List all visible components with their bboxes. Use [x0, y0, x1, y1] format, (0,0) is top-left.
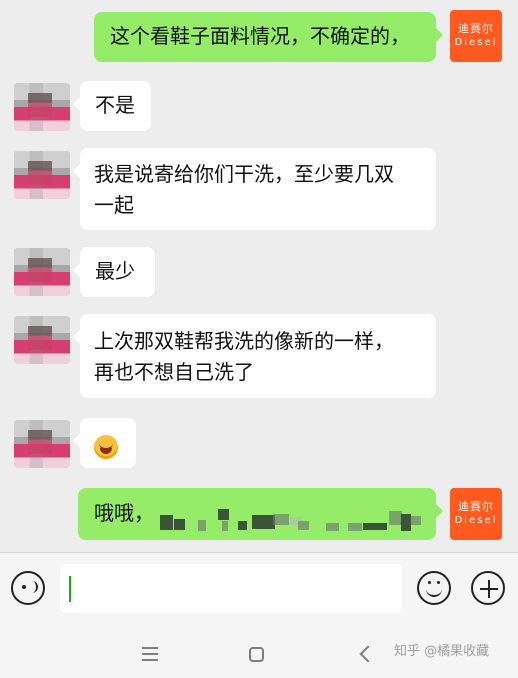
contact-avatar-3[interactable]	[14, 248, 70, 296]
contact-avatar-1[interactable]	[14, 83, 70, 131]
home-icon[interactable]	[249, 647, 264, 662]
message-text-3-line1: 我是说寄给你们干洗，至少要几双	[94, 162, 394, 186]
back-icon[interactable]	[359, 645, 377, 663]
message-text-5-line1: 上次那双鞋帮我洗的像新的一样，	[94, 329, 394, 353]
message-text-2: 不是	[95, 93, 135, 117]
avatar-text-en-top: Diesel	[454, 37, 498, 48]
sender-avatar-bottom[interactable]: 迪赛尔 Diesel	[450, 488, 502, 540]
laughing-emoji-icon	[94, 434, 118, 459]
voice-icon[interactable]	[11, 571, 45, 605]
system-navigation-bar: 知乎 @橘果收藏	[0, 632, 518, 678]
message-bubble-4[interactable]: 最少	[73, 247, 155, 297]
zhihu-watermark: 知乎 @橘果收藏	[394, 644, 490, 659]
contact-avatar-5[interactable]	[14, 420, 70, 468]
message-input-field[interactable]	[60, 564, 402, 613]
chat-area: 这个看鞋子面料情况，不确定的， 迪赛尔 Diesel 不是 我是说寄给你们干洗，…	[0, 0, 518, 552]
message-bubble-3[interactable]: 我是说寄给你们干洗，至少要几双 一起	[73, 148, 436, 230]
message-bubble-2[interactable]: 不是	[73, 81, 151, 131]
message-bubble-5[interactable]: 上次那双鞋帮我洗的像新的一样， 再也不想自己洗了	[73, 314, 436, 398]
sender-avatar-top[interactable]: 迪赛尔 Diesel	[450, 10, 502, 62]
smile-icon[interactable]	[417, 571, 451, 605]
message-text-5-line2: 再也不想自己洗了	[94, 360, 254, 384]
contact-avatar-2[interactable]	[14, 151, 70, 199]
message-text-4: 最少	[95, 259, 135, 283]
menu-icon[interactable]	[142, 647, 158, 661]
text-cursor	[69, 576, 71, 602]
message-text-1: 这个看鞋子面料情况，不确定的，	[110, 24, 410, 48]
avatar-text-en-bottom: Diesel	[454, 515, 498, 526]
message-bubble-1[interactable]: 这个看鞋子面料情况，不确定的，	[94, 12, 443, 62]
message-bubble-7[interactable]: 哦哦，	[78, 488, 443, 540]
contact-avatar-4[interactable]	[14, 316, 70, 364]
message-bubble-6[interactable]	[73, 418, 136, 468]
plus-icon[interactable]	[471, 571, 505, 605]
avatar-text-cn-top: 迪赛尔	[458, 22, 494, 35]
message-input-bar	[0, 552, 518, 633]
redacted-text-mosaic	[160, 509, 422, 531]
avatar-text-cn-bottom: 迪赛尔	[458, 500, 494, 513]
message-text-7: 哦哦，	[94, 501, 154, 525]
message-text-3-line2: 一起	[94, 193, 134, 217]
